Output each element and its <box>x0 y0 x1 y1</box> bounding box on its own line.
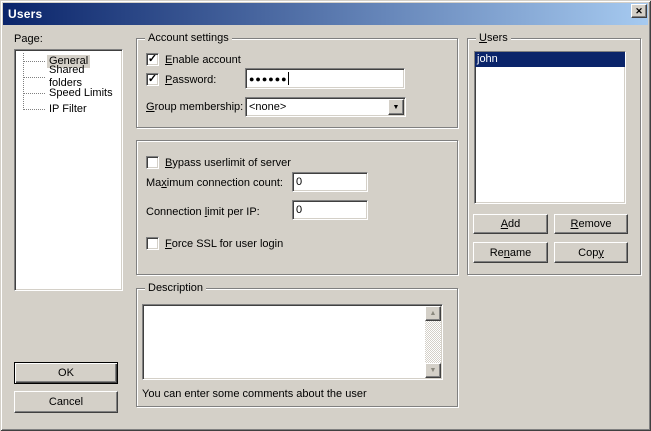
users-list[interactable]: john <box>474 51 626 204</box>
password-input[interactable]: ●●●●●● <box>245 68 405 89</box>
force-ssl-checkbox[interactable]: ✓ <box>146 237 159 250</box>
enable-account-checkbox[interactable]: ✓ <box>146 53 159 66</box>
add-button[interactable]: Add <box>473 214 548 234</box>
cancel-button[interactable]: Cancel <box>14 391 118 413</box>
window-title: Users <box>8 7 42 21</box>
list-item-john[interactable]: john <box>475 52 625 67</box>
close-icon: ✕ <box>635 7 643 16</box>
tree-item-speed-limits[interactable]: Speed Limits <box>15 85 122 101</box>
text-caret <box>288 72 289 85</box>
group-membership-label: Group membership: <box>146 101 243 113</box>
ok-button[interactable]: OK <box>14 362 118 384</box>
description-textarea[interactable]: ▲ ▼ <box>142 304 443 380</box>
scroll-down-icon[interactable]: ▼ <box>425 363 441 378</box>
group-membership-select[interactable]: <none> ▼ <box>245 97 406 117</box>
selected-option: <none> <box>246 101 387 113</box>
password-label[interactable]: Password: <box>165 74 216 86</box>
scroll-up-icon[interactable]: ▲ <box>425 306 441 321</box>
tree-item-shared-folders[interactable]: Shared folders <box>15 69 122 85</box>
remove-button[interactable]: Remove <box>554 214 628 234</box>
users-title: Users <box>476 32 511 44</box>
page-label: Page: <box>14 33 43 45</box>
check-icon: ✓ <box>148 74 157 85</box>
check-icon: ✓ <box>148 54 157 65</box>
max-connection-count-input[interactable] <box>292 172 368 192</box>
connection-limit-per-ip-input[interactable] <box>292 200 368 220</box>
description-title: Description <box>145 282 206 294</box>
close-button[interactable]: ✕ <box>631 4 647 18</box>
connection-limit-per-ip-label: Connection limit per IP: <box>146 206 260 218</box>
tree-item-ip-filter[interactable]: IP Filter <box>15 101 122 117</box>
page-tree[interactable]: General Shared folders Speed Limits IP F… <box>14 49 123 291</box>
chevron-down-icon[interactable]: ▼ <box>388 99 404 115</box>
bypass-userlimit-label[interactable]: Bypass userlimit of server <box>165 157 291 169</box>
description-hint: You can enter some comments about the us… <box>142 388 367 400</box>
bypass-userlimit-checkbox[interactable]: ✓ <box>146 156 159 169</box>
password-masked-value: ●●●●●● <box>249 74 288 84</box>
force-ssl-label[interactable]: Force SSL for user login <box>165 238 283 250</box>
enable-account-label[interactable]: Enable account <box>165 54 241 66</box>
description-scrollbar[interactable]: ▲ ▼ <box>425 306 441 378</box>
title-bar[interactable]: Users <box>3 3 648 25</box>
users-dialog: Users ✕ Page: General Shared folders Spe… <box>0 0 651 431</box>
password-checkbox[interactable]: ✓ <box>146 73 159 86</box>
rename-button[interactable]: Rename <box>473 242 548 263</box>
max-connection-count-label: Maximum connection count: <box>146 177 283 189</box>
copy-button[interactable]: Copy <box>554 242 628 263</box>
account-settings-title: Account settings <box>145 32 232 44</box>
